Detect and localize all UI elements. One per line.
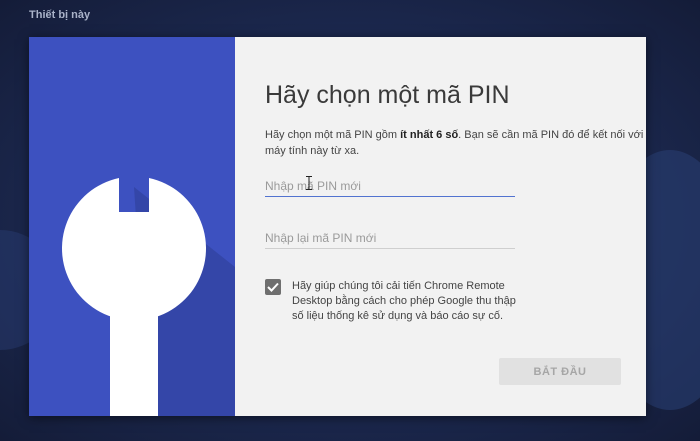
dialog-description: Hãy chọn một mã PIN gồm ít nhất 6 số. Bạ…	[265, 127, 655, 159]
remote-desktop-screen: Thiết bị này Hãy chọn một mã PIN Hãy chọ…	[0, 0, 700, 441]
description-emphasis: ít nhất 6 số	[400, 129, 459, 141]
dialog-content: Hãy chọn một mã PIN Hãy chọn một mã PIN …	[235, 37, 646, 416]
start-button[interactable]: BẮT ĐẦU	[499, 358, 621, 385]
checkmark-icon	[267, 282, 279, 292]
wrench-icon	[61, 178, 235, 416]
section-label: Thiết bị này	[29, 9, 91, 21]
new-pin-input[interactable]	[265, 175, 515, 197]
dialog-title: Hãy chọn một mã PIN	[265, 81, 510, 109]
description-text: Hãy chọn một mã PIN gồm	[265, 129, 401, 141]
illustration-panel	[29, 37, 235, 416]
usage-stats-label: Hãy giúp chúng tôi cải tiến Chrome Remot…	[292, 280, 516, 322]
usage-stats-checkbox[interactable]	[265, 279, 281, 295]
confirm-pin-input[interactable]	[265, 227, 515, 249]
pin-setup-dialog: Hãy chọn một mã PIN Hãy chọn một mã PIN …	[29, 37, 646, 416]
